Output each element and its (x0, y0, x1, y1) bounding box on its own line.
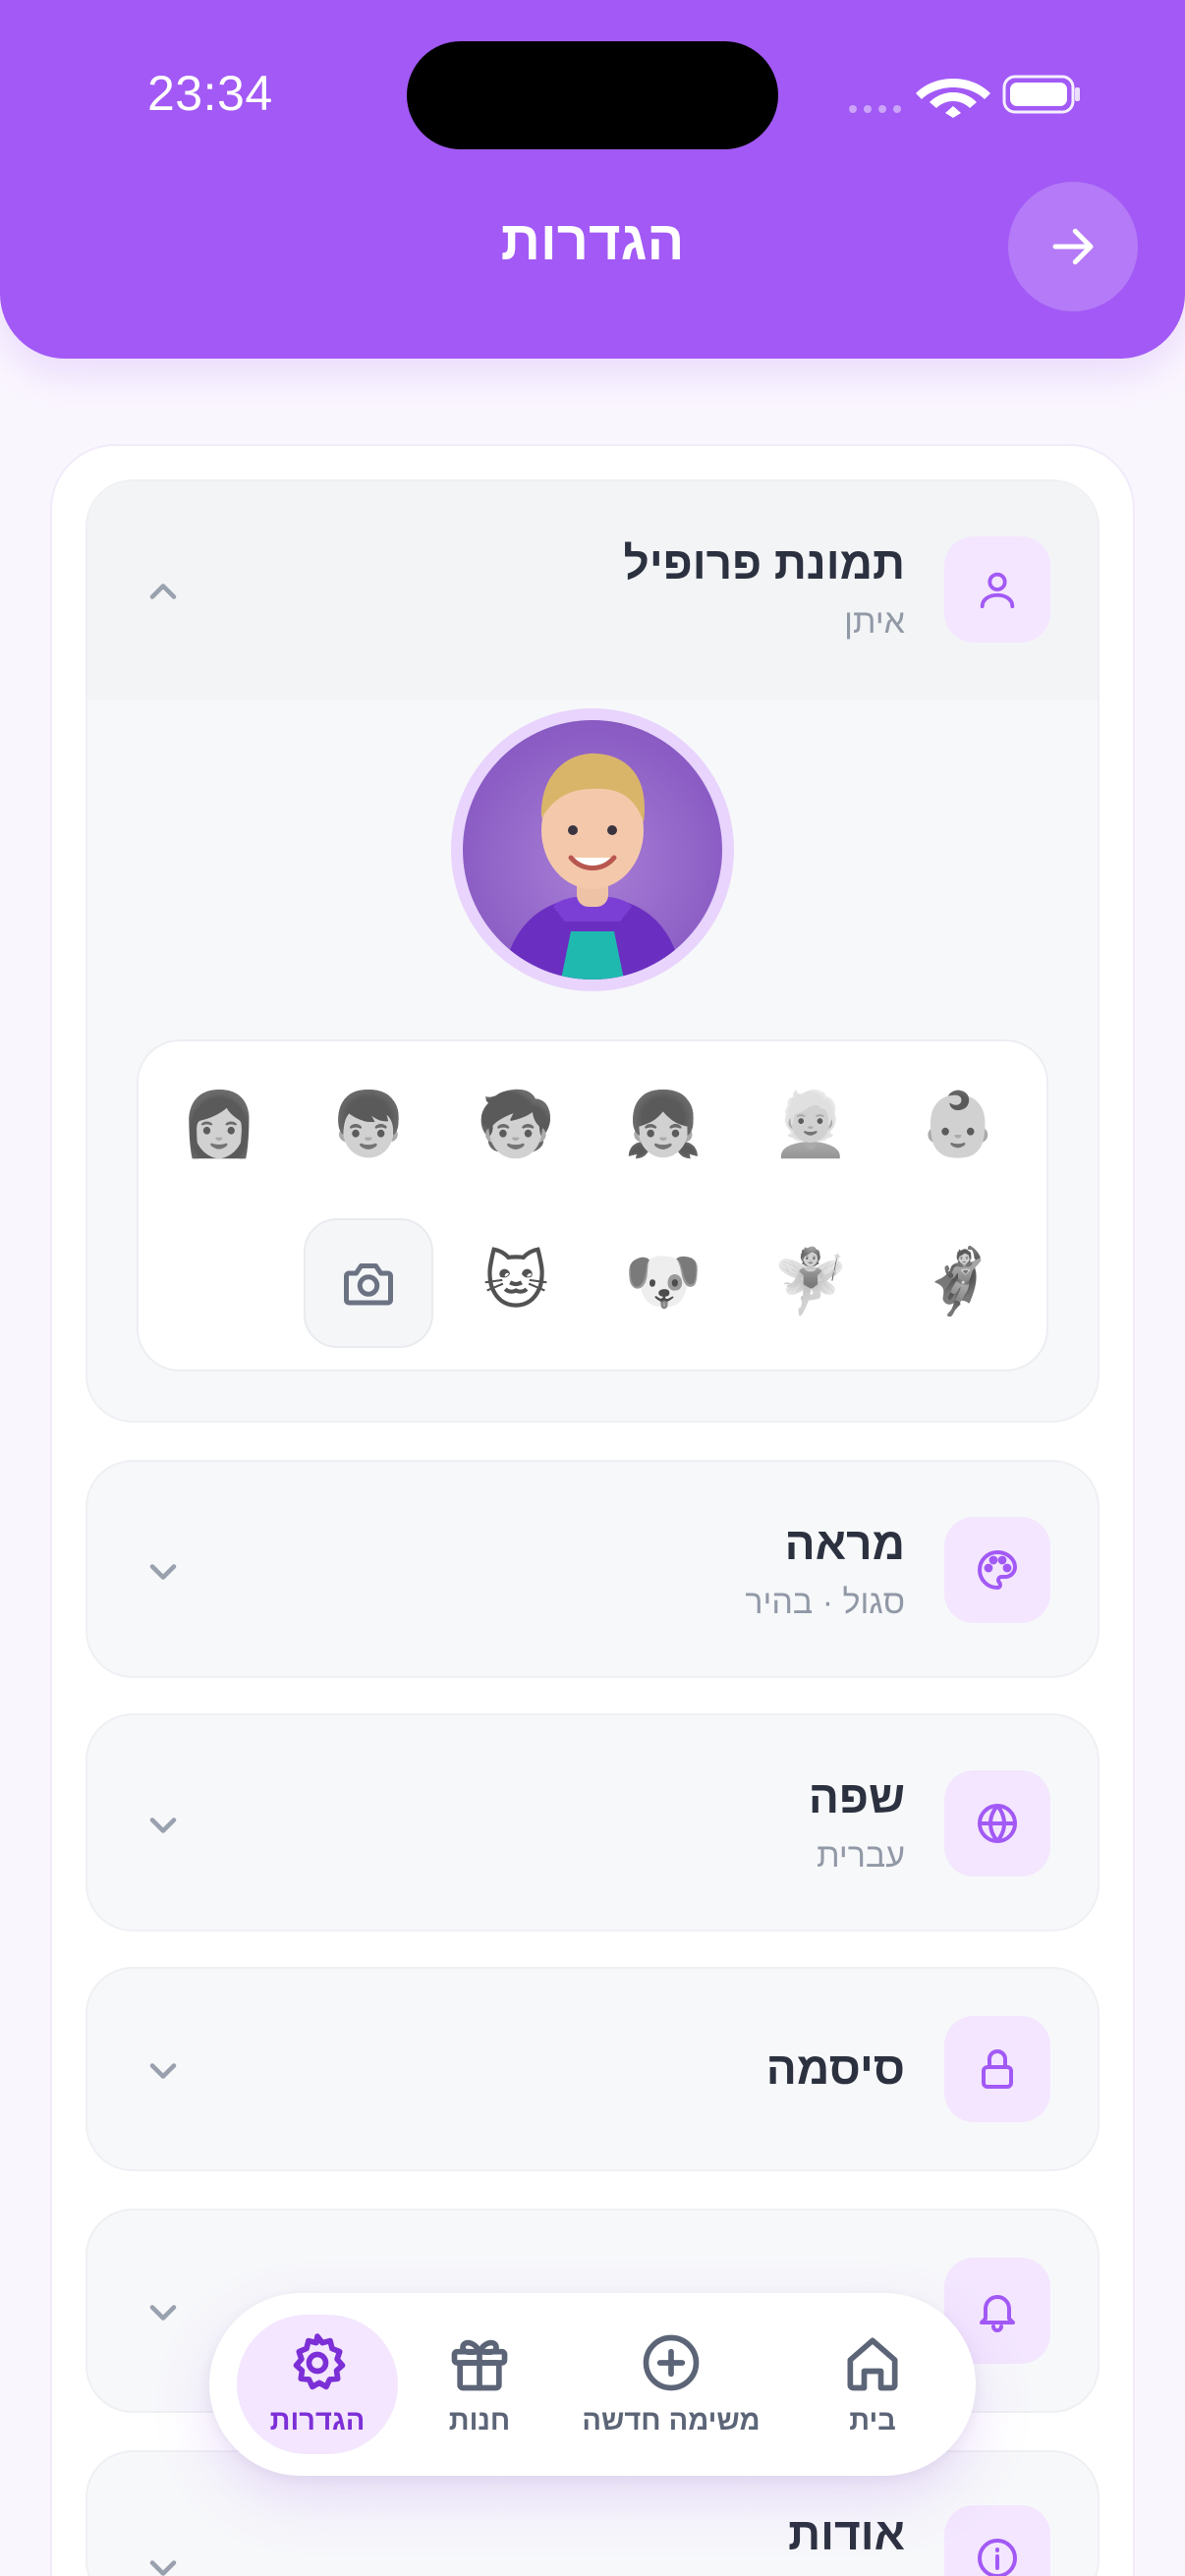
avatar-option[interactable]: 👶 (914, 1081, 1002, 1169)
avatar-option[interactable]: 🧚 (766, 1238, 855, 1326)
dynamic-island (407, 41, 778, 149)
back-button[interactable] (1008, 182, 1138, 311)
lock-icon (944, 2016, 1050, 2122)
chevron-up-icon[interactable] (141, 570, 185, 613)
section-password[interactable]: סיסמה (85, 1967, 1100, 2171)
avatar-option[interactable]: 🧒 (472, 1081, 560, 1169)
profile-avatar[interactable] (451, 708, 734, 991)
plus-circle-icon (643, 2334, 700, 2391)
section-subtitle: סגול · בהיר (745, 1584, 905, 1621)
avatar-option[interactable]: 👦 (324, 1081, 413, 1169)
camera-icon (344, 1263, 393, 1306)
nav-shop[interactable]: חנות (406, 2293, 553, 2476)
section-title: מראה (784, 1518, 905, 1569)
section-title: תמונת פרופיל (623, 537, 905, 588)
home-icon (847, 2337, 898, 2391)
avatar-option[interactable]: 👩 (175, 1081, 263, 1169)
chevron-down-icon[interactable] (141, 1804, 185, 1847)
profile-section-header[interactable]: תמונת פרופיל איתן (87, 481, 1098, 700)
status-icons (845, 69, 1081, 118)
battery-icon (1002, 75, 1080, 114)
section-appearance[interactable]: מראה סגול · בהיר (85, 1460, 1100, 1678)
avatar-option[interactable]: 👧 (619, 1081, 707, 1169)
chevron-down-icon[interactable] (141, 2291, 185, 2334)
chevron-down-icon[interactable] (141, 2049, 185, 2093)
nav-new-task-label: משימה חדשה (582, 2405, 761, 2436)
avatar-option[interactable]: 🐶 (619, 1238, 707, 1326)
avatar-option[interactable]: 🐱 (472, 1238, 560, 1326)
avatar-photo (463, 720, 722, 980)
bottom-navigation: הגדרות חנות משימה חדשה בית (209, 2293, 976, 2476)
nav-home[interactable]: בית (799, 2293, 946, 2476)
nav-new-task[interactable]: משימה חדשה (563, 2293, 779, 2476)
palette-icon (944, 1517, 1050, 1623)
status-time: 23:34 (147, 66, 273, 121)
section-title: סיסמה (765, 2043, 905, 2094)
page-title: הגדרות (500, 209, 685, 271)
globe-icon (944, 1770, 1050, 1876)
nav-settings[interactable]: הגדרות (237, 2293, 398, 2476)
section-title: שפה (808, 1771, 905, 1822)
avatar-option[interactable]: 🦸 (914, 1238, 1002, 1326)
cellular-signal-icon (849, 105, 901, 113)
gear-icon (293, 2333, 346, 2390)
nav-home-label: בית (849, 2405, 896, 2436)
nav-shop-label: חנות (448, 2405, 511, 2436)
section-title: אודות (788, 2508, 905, 2559)
avatar-option[interactable]: 👱 (766, 1081, 855, 1169)
avatar-picker (137, 1039, 1048, 1372)
arrow-right-icon (1052, 228, 1094, 265)
section-language[interactable]: שפה עברית (85, 1713, 1100, 1932)
section-subtitle: איתן (844, 603, 905, 641)
upload-photo-button[interactable] (304, 1218, 433, 1348)
user-icon (944, 536, 1050, 643)
wifi-icon (916, 79, 990, 118)
nav-settings-label: הגדרות (269, 2405, 366, 2436)
app-header: 23:34 הגדרות (0, 0, 1185, 359)
gift-icon (451, 2339, 508, 2391)
chevron-down-icon[interactable] (141, 1550, 185, 1594)
chevron-down-icon[interactable] (141, 2547, 185, 2576)
info-icon (944, 2505, 1050, 2576)
section-subtitle: עברית (817, 1837, 905, 1875)
